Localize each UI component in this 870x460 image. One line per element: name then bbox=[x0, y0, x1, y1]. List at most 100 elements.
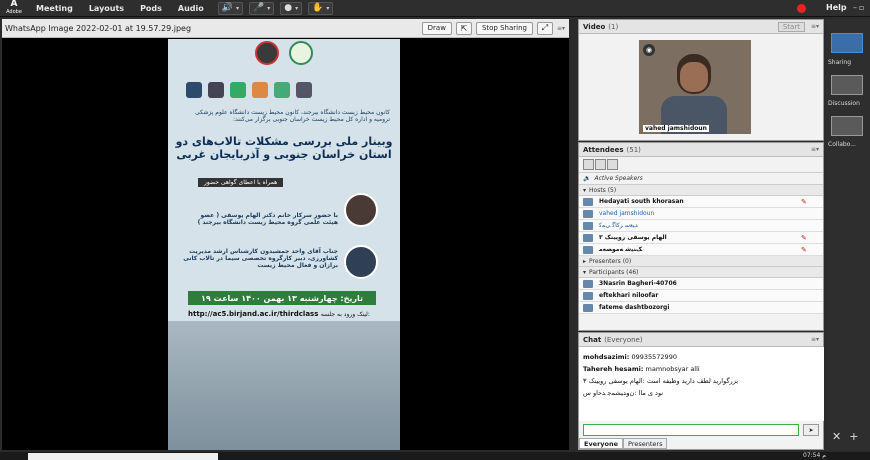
attendee-row[interactable]: ﺪﻴﻌﺳ ﺮﮐﺎﮔ ﯽﻤﮐ bbox=[579, 220, 823, 232]
speaker-button[interactable]: 🔊 ▾ bbox=[217, 1, 244, 15]
chat-text: mamnobsyar alli bbox=[645, 365, 700, 373]
draw-button[interactable]: Draw bbox=[421, 21, 452, 35]
chevron-down-icon: ▾ bbox=[267, 4, 271, 12]
camera-badge-icon: ◉ bbox=[643, 44, 655, 56]
layout-discussion-label: Discussion bbox=[828, 100, 860, 107]
video-pod: Video (1) Start ≡▾ ◉ vahed jamshidoun bbox=[578, 19, 824, 141]
poster-sponsor-logos bbox=[186, 81, 386, 99]
chat-tabs: Everyone Presenters bbox=[579, 438, 668, 449]
attendee-row[interactable]: Hedayati south khorasan ✎ bbox=[579, 196, 823, 208]
presenters-section[interactable]: ▸ Presenters (0) bbox=[579, 256, 823, 267]
attendee-name: ﮏﻨﻴﺷ ﻪﻣﻮﺼﻌﻣ bbox=[599, 246, 643, 253]
attendees-count: (51) bbox=[626, 145, 641, 154]
house-logo-icon bbox=[252, 82, 268, 98]
poster-url-label: لینک ورود به جلسه: bbox=[320, 311, 370, 318]
pod-menu-icon[interactable]: ≡▾ bbox=[557, 25, 565, 32]
stop-sharing-button[interactable]: Stop Sharing bbox=[475, 21, 533, 35]
layout-sharing-label: Sharing bbox=[828, 59, 852, 66]
participants-section[interactable]: ▾ Participants (46) bbox=[579, 267, 823, 278]
chat-message: بزرگوارید لطف دارید وظیفه است :الهام یوس… bbox=[583, 375, 820, 387]
camera-button[interactable]: ● ▾ bbox=[280, 1, 303, 15]
host-icon bbox=[583, 233, 593, 242]
webcam-name-label: vahed jamshidoun bbox=[643, 125, 709, 132]
chat-sender: Tahereh hesami: bbox=[583, 365, 644, 373]
expand-arrow-icon: ▾ bbox=[583, 268, 587, 276]
shared-poster-image: کانون محیط زیست دانشگاه بیرجند، کانون مح… bbox=[168, 39, 400, 450]
attendee-name: eftekhari niloofar bbox=[599, 292, 659, 299]
poster-title: وبینار ملی بررسی مشکلات تالاب‌های دو است… bbox=[175, 135, 393, 161]
pointer-icon[interactable]: ⇱ bbox=[455, 21, 472, 35]
attendee-name: vahed jamshidoun bbox=[599, 210, 655, 217]
attendees-view-toolbar bbox=[579, 157, 823, 173]
layout-tools[interactable]: ✕+ bbox=[832, 430, 866, 443]
menu-layouts[interactable]: Layouts bbox=[81, 4, 132, 13]
poster-speaker1: با حضور سرکار خانم دکتر الهام یوسفی ( عض… bbox=[197, 212, 338, 226]
attendees-pod: Attendees (51) ≡▾ 🔈 Active Speakers ▾ Ho… bbox=[578, 142, 824, 331]
chat-text: 09935572990 bbox=[631, 353, 677, 361]
tab-presenters[interactable]: Presenters bbox=[623, 438, 668, 449]
tab-everyone[interactable]: Everyone bbox=[579, 438, 624, 449]
window-controls[interactable]: –▫ bbox=[853, 3, 866, 12]
layout-sharing-thumb[interactable] bbox=[831, 33, 863, 53]
microphone-button[interactable]: 🎤 ▾ bbox=[249, 1, 275, 15]
attendee-name: ﺪﻴﻌﺳ ﺮﮐﺎﮔ ﯽﻤﮐ bbox=[599, 222, 638, 229]
menu-meeting[interactable]: Meeting bbox=[28, 4, 81, 13]
chat-message: mohdsazimi: 09935572990 bbox=[583, 351, 820, 363]
help-menu[interactable]: Help bbox=[826, 3, 847, 12]
participant-icon bbox=[583, 303, 593, 312]
layouts-panel: Sharing Discussion Collabo... bbox=[826, 19, 870, 450]
fullscreen-icon[interactable]: ⤢ bbox=[536, 21, 553, 35]
shared-file-title: WhatsApp Image 2022-02-01 at 19.57.29.jp… bbox=[5, 23, 192, 33]
attendee-row[interactable]: eftekhari niloofar bbox=[579, 290, 823, 302]
menu-audio[interactable]: Audio bbox=[170, 4, 212, 13]
attendees-title: Attendees bbox=[583, 145, 624, 154]
raise-hand-button[interactable]: ✋ ▾ bbox=[308, 1, 334, 15]
share-toolbar: WhatsApp Image 2022-02-01 at 19.57.29.jp… bbox=[2, 19, 569, 38]
attendee-row[interactable]: vahed jamshidoun bbox=[579, 208, 823, 220]
close-icon[interactable]: ✕ bbox=[832, 430, 849, 443]
active-speakers-row: 🔈 Active Speakers bbox=[579, 173, 823, 185]
participants-label: Participants (46) bbox=[589, 268, 639, 276]
chat-message: نود ی ماا :ﻥﻭﺪﻴﺸﻤﺟ ﺪﺣﺍﻭ س bbox=[583, 387, 820, 399]
chat-input[interactable] bbox=[583, 424, 799, 436]
microphone-icon: 🎤 bbox=[253, 3, 265, 13]
record-indicator-icon[interactable] bbox=[797, 4, 806, 13]
chevron-down-icon: ▾ bbox=[326, 4, 330, 12]
speaker-icon: 🔈 bbox=[583, 175, 591, 182]
chat-send-button[interactable]: ➤ bbox=[803, 424, 819, 436]
menu-bar: A Adobe Meeting Layouts Pods Audio 🔊 ▾ 🎤 ▾ … bbox=[0, 0, 870, 17]
poster-url: http://ac5.birjand.ac.ir/thirdclass bbox=[188, 310, 319, 318]
attendee-row[interactable]: ﮏﻨﻴﺷ ﻪﻣﻮﺼﻌﻣ ✎ bbox=[579, 244, 823, 256]
pod-menu-icon[interactable]: ≡▾ bbox=[811, 336, 819, 343]
pod-menu-icon[interactable]: ≡▾ bbox=[811, 146, 819, 153]
layout-collaboration-thumb[interactable] bbox=[831, 116, 863, 136]
poster-speaker2: جناب آقای واحد جمشیدون کارشناس ارشد مدیر… bbox=[183, 248, 338, 269]
attendee-row[interactable]: 3Nasrin Bagheri-40706 bbox=[579, 278, 823, 290]
start-webcam-button[interactable]: Start bbox=[777, 21, 805, 32]
raise-hand-icon: ✋ bbox=[312, 3, 324, 13]
attendee-row[interactable]: الهام یوسفی رویینک ۳ ✎ bbox=[579, 232, 823, 244]
wetland-birds-photo bbox=[168, 321, 400, 450]
person-face bbox=[680, 62, 708, 92]
chat-text: بزرگوارید لطف دارید وظیفه است :الهام یوس… bbox=[583, 377, 739, 385]
chat-message: Tahereh hesami: mamnobsyar alli bbox=[583, 363, 820, 375]
menu-pods[interactable]: Pods bbox=[132, 4, 170, 13]
grid-view-icon[interactable] bbox=[595, 159, 606, 170]
os-taskbar: 07:54 م bbox=[0, 452, 870, 460]
attendee-row[interactable]: fateme dashtbozorgi bbox=[579, 302, 823, 314]
video-pod-header: Video (1) Start ≡▾ bbox=[579, 20, 823, 34]
leaf-logo-icon bbox=[274, 82, 290, 98]
chat-sender: mohdsazimi: bbox=[583, 353, 630, 361]
pod-menu-icon[interactable]: ≡▾ bbox=[811, 23, 819, 30]
taskbar-clock: 07:54 م bbox=[803, 452, 826, 459]
poster-top-logos bbox=[168, 39, 400, 67]
speaker2-photo bbox=[344, 245, 378, 279]
hosts-section[interactable]: ▾ Hosts (5) bbox=[579, 185, 823, 196]
status-view-icon[interactable] bbox=[607, 159, 618, 170]
add-icon[interactable]: + bbox=[849, 430, 866, 443]
taskbar-search-input[interactable] bbox=[28, 453, 218, 460]
host-icon bbox=[583, 197, 593, 206]
poster-link: http://ac5.birjand.ac.ir/thirdclass لینک… bbox=[188, 310, 388, 318]
layout-discussion-thumb[interactable] bbox=[831, 75, 863, 95]
list-view-icon[interactable] bbox=[583, 159, 594, 170]
